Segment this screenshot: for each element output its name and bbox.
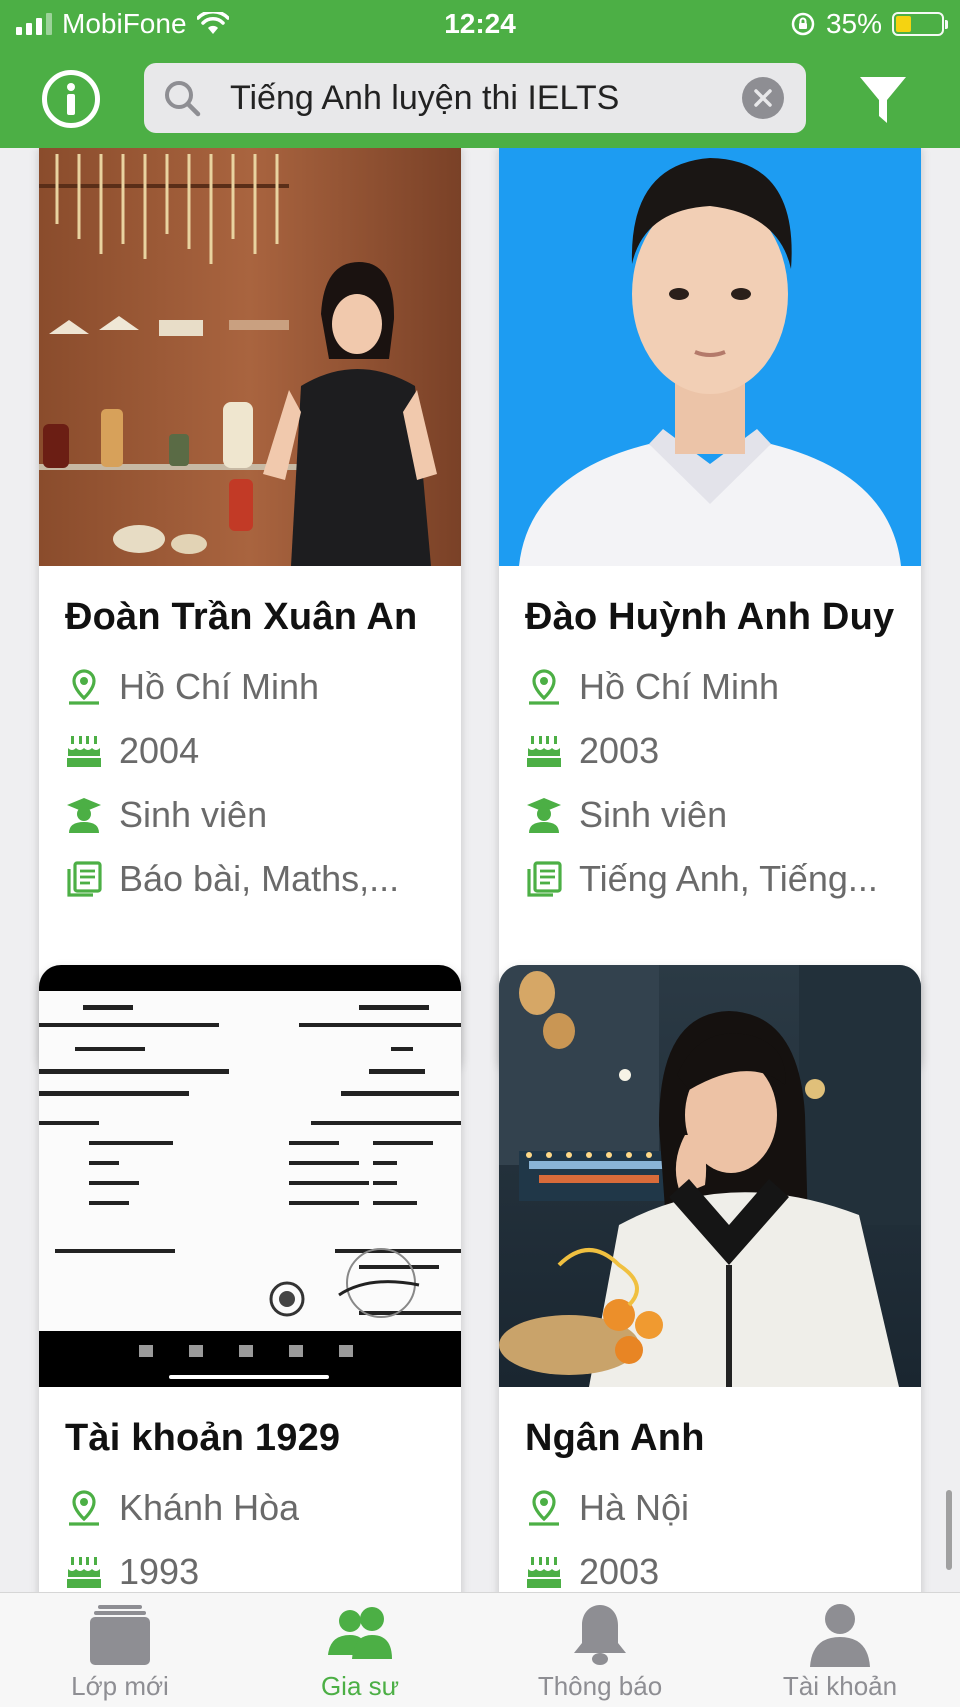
tutor-photo	[499, 965, 921, 1387]
cake-icon	[67, 736, 101, 767]
info-icon	[67, 83, 75, 115]
card-body: Đào Huỳnh Anh Duy Hồ Chí Minh 2003 Sinh …	[499, 566, 921, 911]
location-icon	[529, 1490, 559, 1526]
tutor-name: Tài khoản 1929	[65, 1417, 341, 1459]
birth-year-row: 1993	[65, 1540, 435, 1592]
tutor-name: Đoàn Trần Xuân An	[65, 596, 418, 638]
location-row: Hồ Chí Minh	[525, 655, 895, 719]
card-body: Đoàn Trần Xuân An Hồ Chí Minh 2004 Sinh …	[39, 566, 461, 911]
tutor-grid: Đoàn Trần Xuân An Hồ Chí Minh 2004 Sinh …	[0, 148, 960, 1592]
tutor-card[interactable]: Ngân Anh Hà Nội 2003	[499, 965, 921, 1592]
location-icon	[69, 669, 99, 705]
tab-label: Thông báo	[537, 1671, 663, 1701]
clear-search-button[interactable]	[742, 77, 784, 119]
location-text: Hà Nội	[579, 1487, 690, 1528]
cake-icon	[527, 736, 561, 767]
location-text: Khánh Hòa	[119, 1487, 300, 1528]
tutor-card[interactable]: Đoàn Trần Xuân An Hồ Chí Minh 2004 Sinh …	[39, 148, 461, 1074]
subjects-text: Tiếng Anh, Tiếng...	[579, 858, 878, 899]
cake-icon	[527, 1557, 561, 1588]
account-icon	[810, 1604, 870, 1667]
tutor-photo	[39, 148, 461, 566]
tutor-photo	[39, 965, 461, 1387]
location-text: Hồ Chí Minh	[119, 666, 320, 707]
battery-percent: 35%	[825, 8, 882, 39]
bell-icon	[574, 1605, 626, 1665]
search-input[interactable]: Tiếng Anh luyện thi IELTS	[230, 79, 619, 118]
tutor-card[interactable]: Đào Huỳnh Anh Duy Hồ Chí Minh 2003 Sinh …	[499, 148, 921, 1074]
tutor-name: Đào Huỳnh Anh Duy	[525, 596, 895, 638]
scroll-indicator[interactable]	[946, 1490, 952, 1570]
birth-year-text: 1993	[119, 1551, 200, 1592]
tab-thong-bao[interactable]: Thông báo	[480, 1593, 720, 1707]
book-icon	[527, 861, 562, 897]
occupation-row: Sinh viên	[65, 783, 435, 847]
battery-icon	[892, 12, 948, 36]
info-button[interactable]	[42, 70, 100, 128]
battery-level	[896, 16, 911, 32]
tutor-card[interactable]: Tài khoản 1929 Khánh Hòa 1993	[39, 965, 461, 1592]
location-icon	[529, 669, 559, 705]
occupation-row: Sinh viên	[525, 783, 895, 847]
card-body: Tài khoản 1929 Khánh Hòa 1993	[39, 1387, 461, 1592]
app-header: MobiFone 12:24 35% Tiếng Anh luyện thi I…	[0, 0, 960, 148]
tab-lop-moi[interactable]: Lớp mới	[0, 1593, 240, 1707]
subjects-row: Tiếng Anh, Tiếng...	[525, 847, 895, 911]
filter-icon[interactable]	[858, 74, 908, 126]
birth-year-text: 2004	[119, 730, 200, 771]
birth-year-row: 2003	[525, 1540, 895, 1592]
birth-year-row: 2003	[525, 719, 895, 783]
search-icon	[165, 81, 201, 117]
birth-year-row: 2004	[65, 719, 435, 783]
search-bar[interactable]: Tiếng Anh luyện thi IELTS	[144, 63, 806, 133]
location-row: Khánh Hòa	[65, 1476, 435, 1540]
location-icon	[69, 1490, 99, 1526]
occupation-text: Sinh viên	[579, 794, 728, 835]
location-text: Hồ Chí Minh	[579, 666, 780, 707]
card-body: Ngân Anh Hà Nội 2003	[499, 1387, 921, 1592]
tab-bar: Lớp mới Gia sư Thông báo Tài khoản	[0, 1592, 960, 1707]
birth-year-text: 2003	[579, 1551, 660, 1592]
graduate-icon	[67, 798, 101, 833]
status-bar: MobiFone 12:24 35%	[0, 0, 960, 52]
occupation-text: Sinh viên	[119, 794, 268, 835]
tab-label: Lớp mới	[71, 1671, 169, 1701]
tab-label: Gia sư	[320, 1671, 400, 1701]
location-row: Hồ Chí Minh	[65, 655, 435, 719]
tab-label: Tài khoản	[782, 1671, 898, 1701]
book-icon	[67, 861, 102, 897]
location-row: Hà Nội	[525, 1476, 895, 1540]
classes-icon	[90, 1605, 150, 1665]
subjects-text: Báo bài, Maths,...	[119, 858, 400, 899]
graduate-icon	[527, 798, 561, 833]
birth-year-text: 2003	[579, 730, 660, 771]
cake-icon	[67, 1557, 101, 1588]
rotation-lock-icon	[791, 12, 815, 36]
tutors-icon	[328, 1607, 392, 1659]
close-icon	[754, 89, 772, 107]
tutor-name: Ngân Anh	[525, 1417, 705, 1459]
tab-gia-su[interactable]: Gia sư	[240, 1593, 480, 1707]
subjects-row: Báo bài, Maths,...	[65, 847, 435, 911]
status-right: 35%	[790, 8, 948, 40]
tab-tai-khoan[interactable]: Tài khoản	[720, 1593, 960, 1707]
tutor-photo	[499, 148, 921, 566]
